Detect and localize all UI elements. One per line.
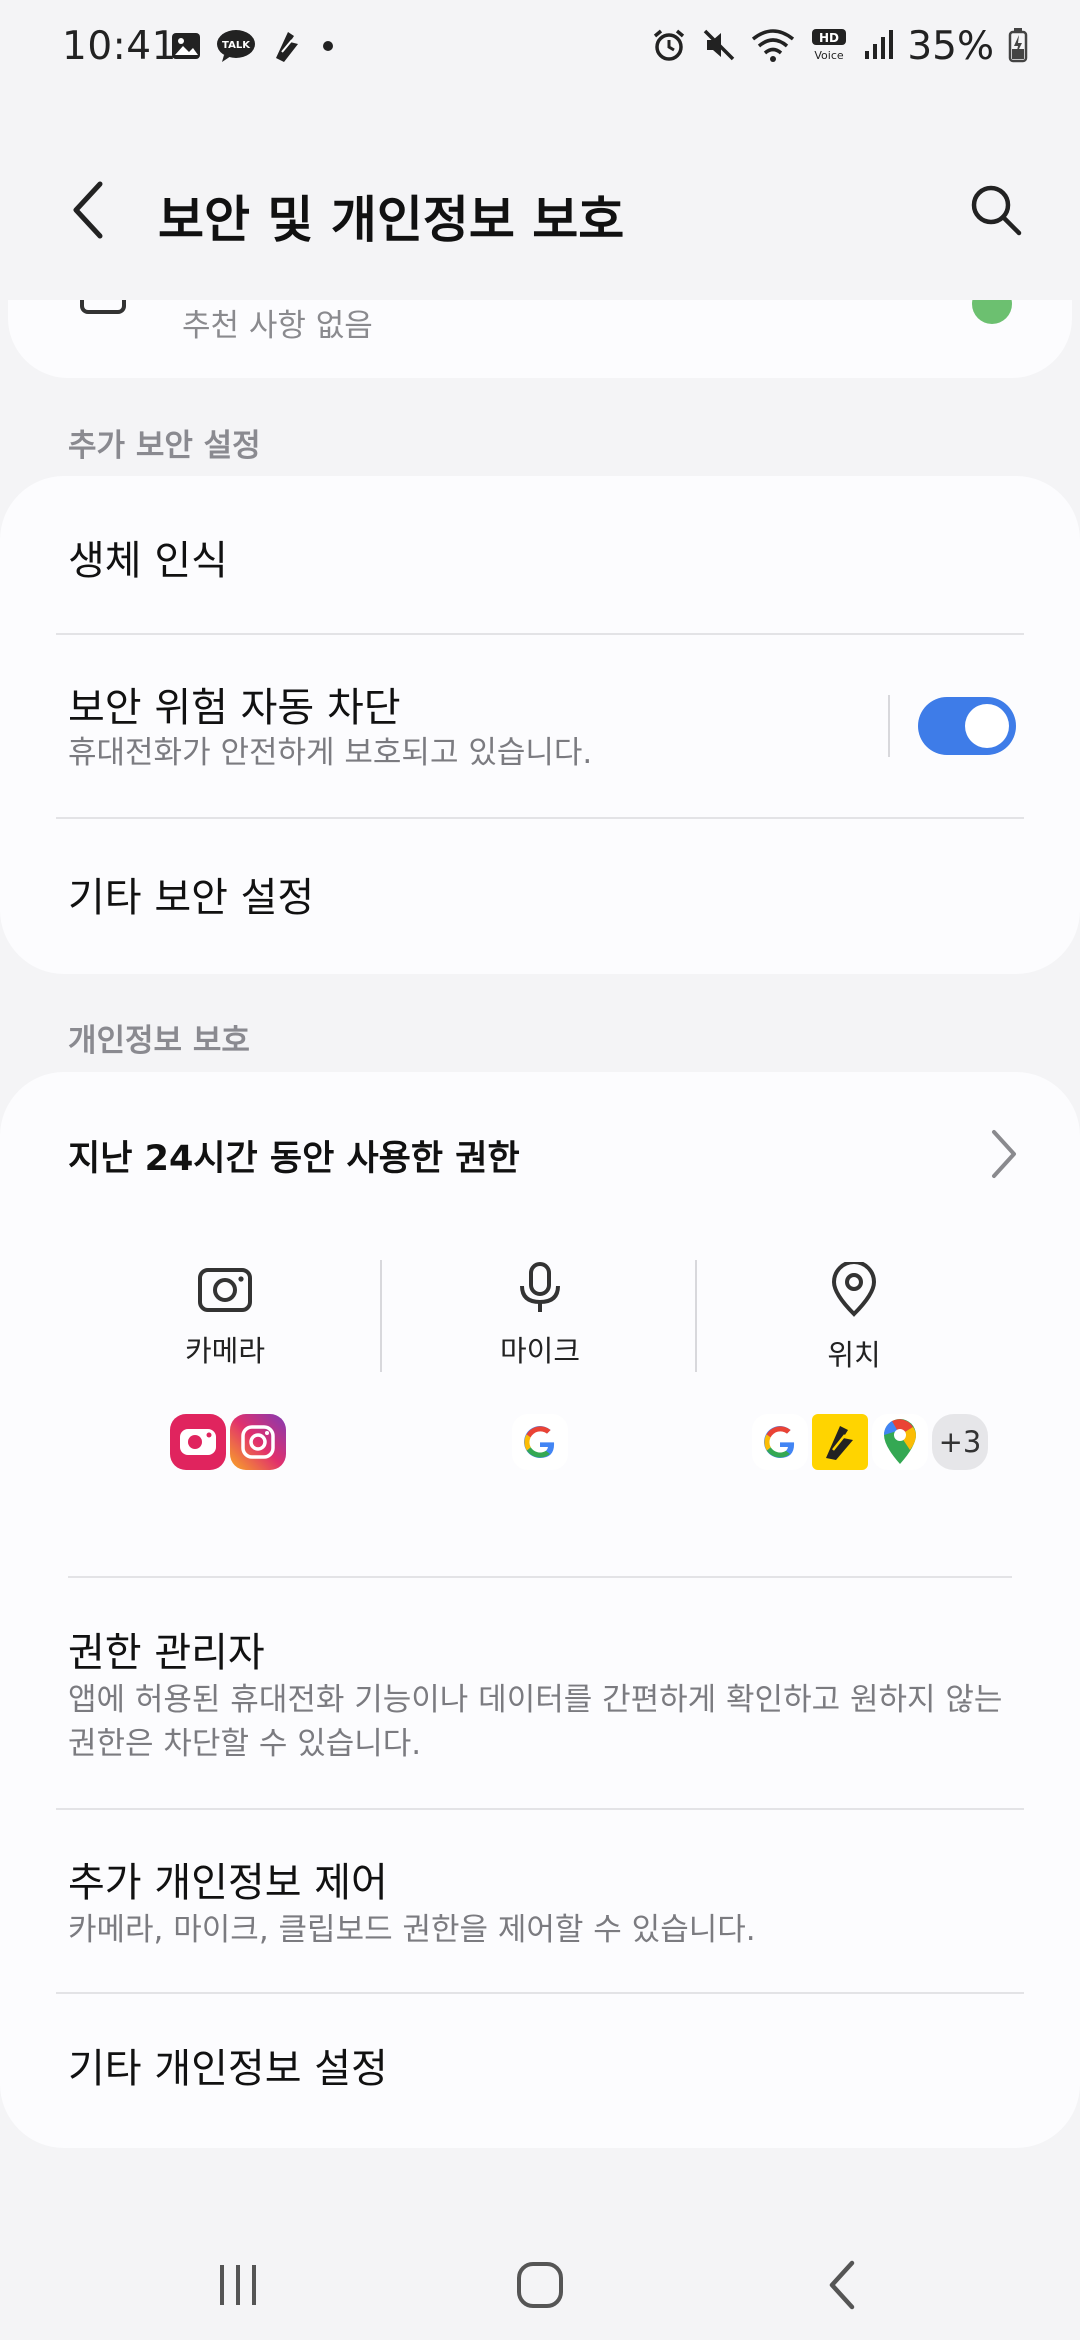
auto-blocker-row[interactable]: 보안 위험 자동 차단 휴대전화가 안전하게 보호되고 있습니다. xyxy=(0,635,1080,817)
permission-manager-title: 권한 관리자 xyxy=(68,1630,265,1676)
talk-badge-text: TALK xyxy=(222,40,251,51)
hd-voice-icon: HD Voice xyxy=(809,27,849,67)
biometrics-title: 생체 인식 xyxy=(68,538,228,584)
camera-icon xyxy=(198,1268,252,1312)
more-apps-badge: +3 xyxy=(932,1414,988,1470)
other-privacy-title: 기타 개인정보 설정 xyxy=(68,2046,388,2092)
permission-microphone-label: 마이크 xyxy=(499,1334,581,1368)
camera-apps xyxy=(170,1414,286,1470)
instagram-icon xyxy=(230,1414,286,1470)
search-icon xyxy=(971,185,1022,236)
permission-manager-subtitle-line2: 권한은 차단할 수 있습니다. xyxy=(68,1726,422,1762)
nav-back-button[interactable] xyxy=(802,2250,882,2320)
permissions-used-row[interactable]: 지난 24시간 동안 사용한 권한 xyxy=(0,1072,1080,1222)
more-dot-icon xyxy=(318,36,338,60)
security-card: 생체 인식 보안 위험 자동 차단 휴대전화가 안전하게 보호되고 있습니다. … xyxy=(0,476,1080,974)
alarm-icon xyxy=(651,27,687,67)
toggle-knob xyxy=(965,704,1009,748)
auto-blocker-title: 보안 위험 자동 차단 xyxy=(68,685,401,731)
wifi-icon xyxy=(751,27,795,67)
other-security-title: 기타 보안 설정 xyxy=(68,875,315,921)
security-status-subtitle: 추천 사항 없음 xyxy=(182,308,373,344)
additional-privacy-controls-row[interactable]: 추가 개인정보 제어 카메라, 마이크, 클립보드 권한을 제어할 수 있습니다… xyxy=(0,1810,1080,1992)
google-icon xyxy=(752,1414,808,1470)
navigation-bar xyxy=(0,2220,1080,2340)
location-pin-icon xyxy=(831,1260,877,1317)
status-right: HD Voice 35% xyxy=(651,24,1028,69)
camera-app-icon xyxy=(170,1414,226,1470)
privacy-card: 지난 24시간 동안 사용한 권한 카메라 마이크 위치 +3 권한 관리자 앱… xyxy=(0,1072,1080,2148)
page-title: 보안 및 개인정보 보호 xyxy=(158,191,625,249)
back-button[interactable] xyxy=(56,178,120,242)
nav-back-icon xyxy=(829,2260,855,2310)
battery-percent: 35% xyxy=(907,24,994,69)
delivery-app-icon xyxy=(812,1414,868,1470)
screen: 10:41 TALK HD Voice 35% 보안 및 개인정보 보호 추천 … xyxy=(0,0,1080,2340)
google-icon xyxy=(512,1414,568,1470)
permissions-used-title: 지난 24시간 동안 사용한 권한 xyxy=(68,1139,520,1179)
location-apps: +3 xyxy=(752,1414,988,1470)
app-bar: 보안 및 개인정보 보호 xyxy=(0,150,1080,270)
chevron-right-icon xyxy=(992,1130,1016,1178)
device-icon xyxy=(80,300,126,314)
auto-blocker-subtitle: 휴대전화가 안전하게 보호되고 있습니다. xyxy=(68,735,593,771)
recent-apps-icon xyxy=(220,2265,256,2305)
voice-text: Voice xyxy=(815,49,845,62)
biometrics-row[interactable]: 생체 인식 xyxy=(0,476,1080,634)
microphone-icon xyxy=(520,1262,560,1312)
permission-camera[interactable]: 카메라 xyxy=(68,1262,382,1370)
security-status-card[interactable]: 추천 사항 없음 xyxy=(8,300,1072,378)
permission-location-label: 위치 xyxy=(827,1338,881,1372)
hd-text: HD xyxy=(819,31,839,45)
other-security-row[interactable]: 기타 보안 설정 xyxy=(0,819,1080,974)
recent-apps-button[interactable] xyxy=(198,2250,278,2320)
gallery-icon xyxy=(170,30,202,66)
section-label-security: 추가 보안 설정 xyxy=(68,428,261,464)
microphone-apps xyxy=(512,1414,568,1470)
home-button[interactable] xyxy=(500,2250,580,2320)
permission-manager-subtitle-line1: 앱에 허용된 휴대전화 기능이나 데이터를 간편하게 확인하고 원하지 않는 xyxy=(68,1682,1003,1718)
google-maps-icon xyxy=(872,1414,928,1470)
status-bar: 10:41 TALK HD Voice 35% xyxy=(0,0,1080,100)
app-notification-icon xyxy=(270,28,304,68)
toggle-separator xyxy=(888,695,890,757)
home-icon xyxy=(517,2262,563,2308)
additional-privacy-controls-subtitle: 카메라, 마이크, 클립보드 권한을 제어할 수 있습니다. xyxy=(68,1912,756,1948)
permission-separator xyxy=(380,1260,382,1372)
permission-camera-label: 카메라 xyxy=(184,1334,266,1368)
auto-blocker-toggle[interactable] xyxy=(918,697,1016,755)
talk-icon: TALK xyxy=(216,29,256,67)
back-arrow-icon xyxy=(73,181,103,239)
signal-icon xyxy=(863,27,894,67)
mute-icon xyxy=(701,27,737,67)
notification-icons: TALK xyxy=(170,28,338,68)
status-ok-indicator xyxy=(972,300,1012,324)
search-button[interactable] xyxy=(964,178,1028,242)
section-label-privacy: 개인정보 보호 xyxy=(68,1023,250,1059)
permission-microphone[interactable]: 마이크 xyxy=(383,1262,697,1370)
additional-privacy-controls-title: 추가 개인정보 제어 xyxy=(68,1860,388,1906)
permission-location[interactable]: 위치 xyxy=(697,1260,1011,1374)
battery-charging-icon xyxy=(1008,27,1028,67)
status-time: 10:41 xyxy=(62,24,177,69)
permission-manager-row[interactable]: 권한 관리자 앱에 허용된 휴대전화 기능이나 데이터를 간편하게 확인하고 원… xyxy=(0,1578,1080,1808)
other-privacy-row[interactable]: 기타 개인정보 설정 xyxy=(0,1994,1080,2148)
